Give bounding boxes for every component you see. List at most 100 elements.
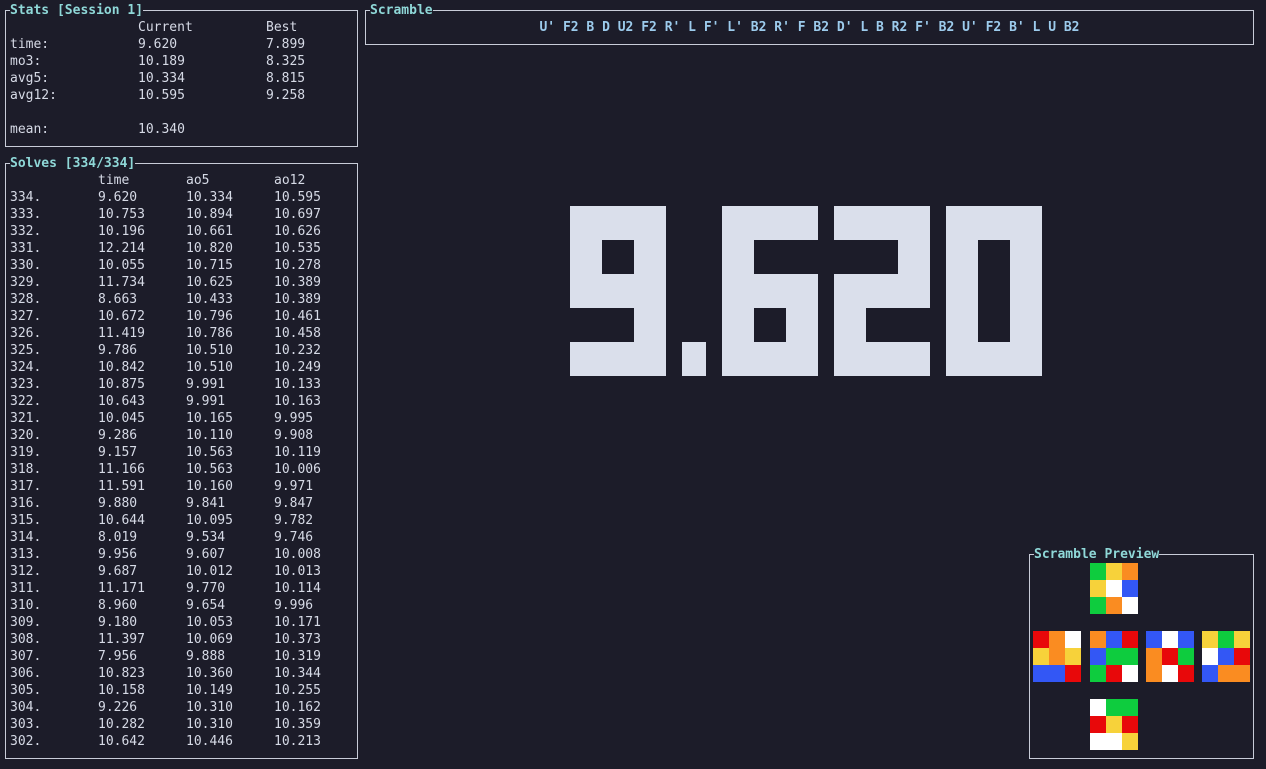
solve-row[interactable]: 309. 9.180 10.053 10.171	[10, 614, 350, 631]
solve-row[interactable]: 327. 10.672 10.796 10.461	[10, 308, 350, 325]
solve-index: 312.	[10, 564, 42, 579]
solve-row[interactable]: 304. 9.226 10.310 10.162	[10, 699, 350, 716]
solve-time: 9.880	[98, 496, 138, 511]
solve-time: 7.956	[98, 649, 138, 664]
solve-row[interactable]: 315. 10.644 10.095 9.782	[10, 512, 350, 529]
solve-row[interactable]: 324. 10.842 10.510 10.249	[10, 359, 350, 376]
solve-row[interactable]: 307. 7.956 9.888 10.319	[10, 648, 350, 665]
solve-index: 324.	[10, 360, 42, 375]
solve-row[interactable]: 332. 10.196 10.661 10.626	[10, 223, 350, 240]
solve-time: 11.397	[98, 632, 145, 647]
solve-time: 10.045	[98, 411, 145, 426]
solve-row[interactable]: 310. 8.960 9.654 9.996	[10, 597, 350, 614]
solve-ao5: 10.715	[186, 258, 233, 273]
solve-index: 334.	[10, 190, 42, 205]
scramble-preview-panel: Scramble Preview	[1029, 546, 1254, 759]
cube-sticker	[1122, 580, 1138, 597]
solve-ao12: 10.319	[274, 649, 321, 664]
solve-row[interactable]: 322. 10.643 9.991 10.163	[10, 393, 350, 410]
solve-row[interactable]: 333. 10.753 10.894 10.697	[10, 206, 350, 223]
solve-index: 328.	[10, 292, 42, 307]
cube-sticker	[1049, 665, 1065, 682]
stats-header-row: Current Best	[10, 19, 350, 36]
solve-ao5: 9.534	[186, 530, 226, 545]
solve-row[interactable]: 302. 10.642 10.446 10.213	[10, 733, 350, 750]
solve-ao12: 9.782	[274, 513, 314, 528]
solve-index: 332.	[10, 224, 42, 239]
solve-ao12: 10.255	[274, 683, 321, 698]
solve-time: 8.960	[98, 598, 138, 613]
cube-sticker	[1234, 665, 1250, 682]
solve-row[interactable]: 308. 11.397 10.069 10.373	[10, 631, 350, 648]
solve-ao5: 9.888	[186, 649, 226, 664]
solves-panel[interactable]: Solves [334/334] time ao5 ao12 334. 9.620…	[5, 155, 358, 759]
solve-time: 10.753	[98, 207, 145, 222]
solve-row[interactable]: 313. 9.956 9.607 10.008	[10, 546, 350, 563]
solve-index: 309.	[10, 615, 42, 630]
cube-sticker	[1178, 648, 1194, 665]
solve-ao5: 10.012	[186, 564, 233, 579]
solve-time: 9.226	[98, 700, 138, 715]
solve-time: 11.591	[98, 479, 145, 494]
solve-index: 320.	[10, 428, 42, 443]
solve-row[interactable]: 318. 11.166 10.563 10.006	[10, 461, 350, 478]
stats-label: avg5:	[10, 71, 50, 86]
solve-ao12: 10.458	[274, 326, 321, 341]
solve-row[interactable]: 311. 11.171 9.770 10.114	[10, 580, 350, 597]
solve-row[interactable]: 331. 12.214 10.820 10.535	[10, 240, 350, 257]
stats-label: mo3:	[10, 54, 42, 69]
cube-sticker	[1178, 631, 1194, 648]
solve-row[interactable]: 316. 9.880 9.841 9.847	[10, 495, 350, 512]
solve-time: 11.419	[98, 326, 145, 341]
solve-time: 10.823	[98, 666, 145, 681]
cube-sticker	[1090, 563, 1106, 580]
solve-index: 303.	[10, 717, 42, 732]
solve-index: 314.	[10, 530, 42, 545]
solve-ao12: 10.359	[274, 717, 321, 732]
solve-row[interactable]: 330. 10.055 10.715 10.278	[10, 257, 350, 274]
cube-sticker	[1106, 648, 1122, 665]
stats-best: 7.899	[266, 37, 306, 52]
cube-face-bottom	[1090, 699, 1138, 750]
stats-best: 8.815	[266, 71, 306, 86]
cube-face-top	[1090, 563, 1138, 614]
solve-row[interactable]: 334. 9.620 10.334 10.595	[10, 189, 350, 206]
solve-row[interactable]: 305. 10.158 10.149 10.255	[10, 682, 350, 699]
solve-row[interactable]: 325. 9.786 10.510 10.232	[10, 342, 350, 359]
solve-row[interactable]: 319. 9.157 10.563 10.119	[10, 444, 350, 461]
solve-time: 10.672	[98, 309, 145, 324]
solve-index: 313.	[10, 547, 42, 562]
solve-index: 333.	[10, 207, 42, 222]
solve-ao5: 10.310	[186, 700, 233, 715]
solve-index: 308.	[10, 632, 42, 647]
solve-row[interactable]: 303. 10.282 10.310 10.359	[10, 716, 350, 733]
cube-sticker	[1122, 631, 1138, 648]
solve-row[interactable]: 317. 11.591 10.160 9.971	[10, 478, 350, 495]
solve-index: 330.	[10, 258, 42, 273]
solve-row[interactable]: 323. 10.875 9.991 10.133	[10, 376, 350, 393]
cube-sticker	[1122, 733, 1138, 750]
solve-row[interactable]: 312. 9.687 10.012 10.013	[10, 563, 350, 580]
solve-ao12: 10.278	[274, 258, 321, 273]
solve-ao5: 10.160	[186, 479, 233, 494]
solve-ao5: 10.510	[186, 360, 233, 375]
solve-ao12: 10.626	[274, 224, 321, 239]
solve-ao12: 9.996	[274, 598, 314, 613]
solve-time: 10.055	[98, 258, 145, 273]
cube-sticker	[1065, 665, 1081, 682]
solve-row[interactable]: 321. 10.045 10.165 9.995	[10, 410, 350, 427]
solve-ao5: 10.360	[186, 666, 233, 681]
cube-sticker	[1106, 631, 1122, 648]
solve-row[interactable]: 326. 11.419 10.786 10.458	[10, 325, 350, 342]
solve-row[interactable]: 320. 9.286 10.110 9.908	[10, 427, 350, 444]
solve-row[interactable]: 314. 8.019 9.534 9.746	[10, 529, 350, 546]
solve-row[interactable]: 329. 11.734 10.625 10.389	[10, 274, 350, 291]
solve-ao12: 10.697	[274, 207, 321, 222]
solve-index: 322.	[10, 394, 42, 409]
solve-row[interactable]: 306. 10.823 10.360 10.344	[10, 665, 350, 682]
cube-sticker	[1090, 733, 1106, 750]
solve-ao12: 10.373	[274, 632, 321, 647]
stats-best: 9.258	[266, 88, 306, 103]
solve-time: 9.286	[98, 428, 138, 443]
solve-row[interactable]: 328. 8.663 10.433 10.389	[10, 291, 350, 308]
